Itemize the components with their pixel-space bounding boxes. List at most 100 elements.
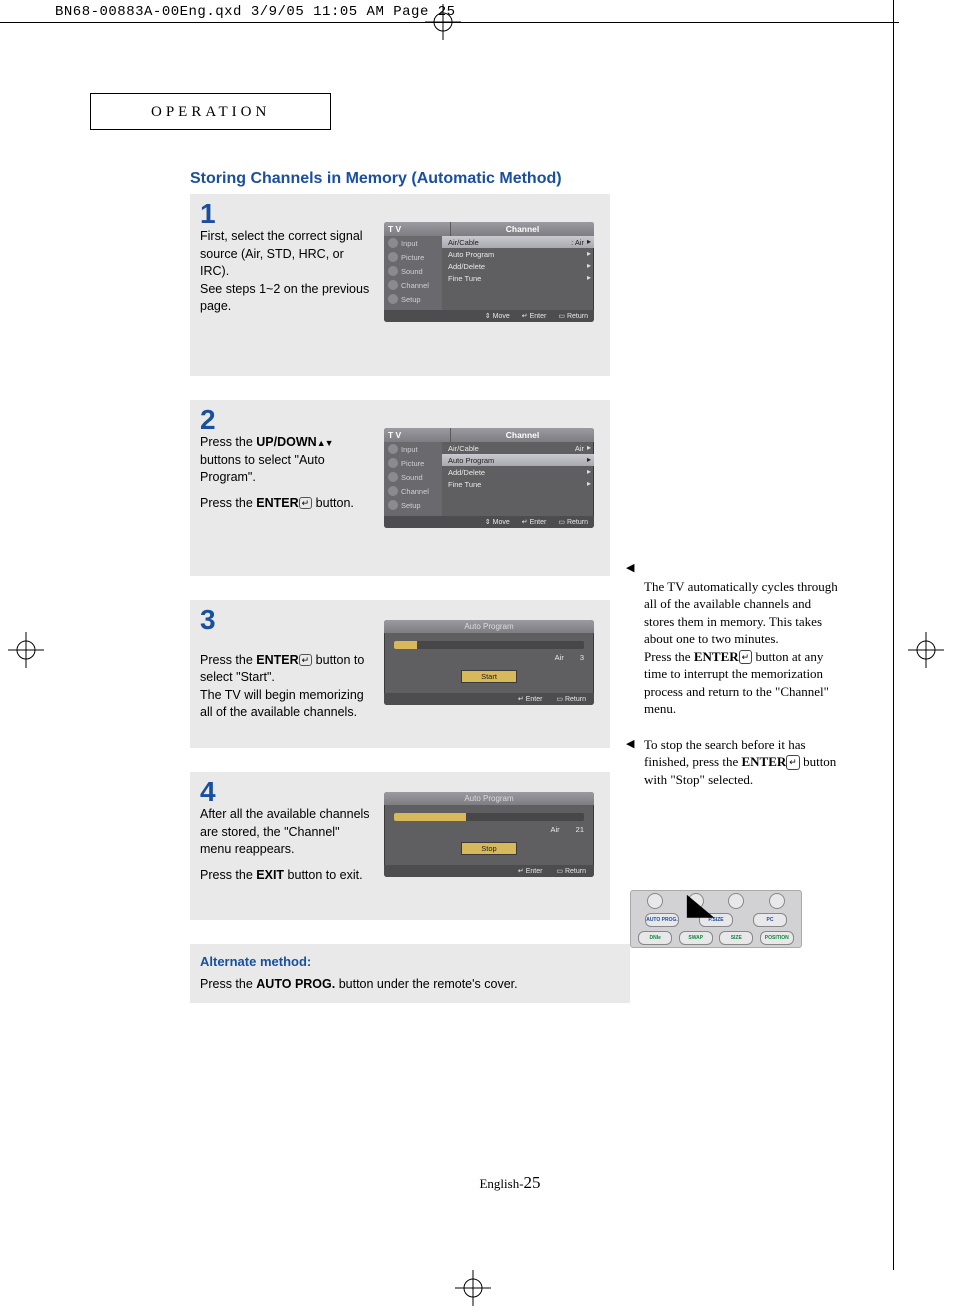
footer-move: ⇕ Move — [485, 518, 510, 526]
move-icon: ⇕ — [485, 518, 491, 526]
section-tab-label: OPERATION — [151, 104, 270, 120]
osd-prog-footer: ↵ Enter ▭ Return — [384, 865, 594, 877]
nav-icon — [388, 486, 398, 496]
osd-prog-body: Air21 Stop — [384, 805, 594, 865]
osd-prog-footer: ↵ Enter ▭ Return — [384, 693, 594, 705]
step-4-text: After all the available channels are sto… — [190, 806, 380, 890]
caret-right-icon: ▸ — [587, 455, 591, 464]
step-3-osd-prog: Auto Program Air3 Start ↵ Enter ▭ Return — [384, 620, 594, 705]
enter-icon: ↵ — [299, 497, 313, 509]
osd-nav-item: Setup — [384, 292, 442, 306]
caret-right-icon: ▸ — [587, 273, 591, 282]
remote-row — [631, 891, 801, 911]
osd-row: Fine Tune▸ — [442, 272, 594, 284]
start-button: Start — [461, 670, 517, 683]
step-2-box: 2 Press the UP/DOWN▲▼ buttons to select … — [190, 400, 610, 576]
osd-prog-title: Auto Program — [384, 620, 594, 633]
caret-right-icon: ▸ — [587, 249, 591, 258]
osd-nav-item: Channel — [384, 278, 442, 292]
page-title: Storing Channels in Memory (Automatic Me… — [190, 170, 830, 188]
page-footer-num: 25 — [524, 1173, 541, 1192]
osd-row: Add/Delete▸ — [442, 466, 594, 478]
osd-row: Auto Program▸ — [442, 248, 594, 260]
page-body: OPERATION Storing Channels in Memory (Au… — [0, 23, 954, 1233]
footer-return: ▭ Return — [556, 695, 586, 703]
nav-icon — [388, 266, 398, 276]
remote-button: SWAP — [679, 931, 713, 945]
remote-button: SIZE — [719, 931, 753, 945]
side-notes: The TV automatically cycles through all … — [630, 560, 840, 807]
osd-menu-title: Channel — [451, 428, 594, 442]
nav-icon — [388, 280, 398, 290]
osd-prog-title: Auto Program — [384, 792, 594, 805]
caret-right-icon: ▸ — [587, 443, 591, 452]
osd-list: Air/Cable: Air▸ Auto Program▸ Add/Delete… — [442, 236, 594, 310]
progress-bar-fill — [394, 641, 417, 649]
step-1-text: First, select the correct signal source … — [190, 228, 380, 322]
nav-icon — [388, 472, 398, 482]
progress-bar — [394, 641, 584, 649]
osd-nav-item: Input — [384, 442, 442, 456]
remote-button — [647, 893, 663, 909]
osd-nav-item: Sound — [384, 470, 442, 484]
progress-bar-fill — [394, 813, 466, 821]
nav-icon — [388, 444, 398, 454]
osd-prog-body: Air3 Start — [384, 633, 594, 693]
footer-move: ⇕ Move — [485, 312, 510, 320]
osd-header: T V Channel — [384, 222, 594, 236]
osd-body: Input Picture Sound Channel Setup Air/Ca… — [384, 442, 594, 516]
osd-nav-item: Setup — [384, 498, 442, 512]
caret-right-icon: ▸ — [587, 467, 591, 476]
nav-icon — [388, 294, 398, 304]
remote-row: DNIe SWAP SIZE POSITION — [631, 929, 801, 947]
enter-icon: ↵ — [739, 650, 753, 664]
page-footer: English-25 — [190, 1173, 830, 1193]
osd-nav-item: Picture — [384, 456, 442, 470]
osd-nav: Input Picture Sound Channel Setup — [384, 442, 442, 516]
caret-right-icon: ▸ — [587, 261, 591, 270]
remote-row: AUTO PROG. P.SIZE PC — [631, 911, 801, 929]
footer-enter: ↵ Enter — [522, 518, 547, 526]
prog-readout: Air21 — [394, 825, 584, 834]
step-3-box: 3 Press the ENTER↵ button to select "Sta… — [190, 600, 610, 748]
page-title-text: Storing Channels in Memory (Automatic Me… — [190, 170, 562, 187]
alternate-heading: Alternate method: — [200, 954, 620, 969]
section-tab: OPERATION — [90, 93, 331, 130]
content-col: Storing Channels in Memory (Automatic Me… — [190, 170, 830, 1193]
stop-button: Stop — [461, 842, 517, 855]
section-tab-wrap: OPERATION — [90, 93, 884, 170]
remote-button: POSITION — [760, 931, 794, 945]
nav-icon — [388, 238, 398, 248]
osd-nav-item: Picture — [384, 250, 442, 264]
footer-return: ▭ Return — [556, 867, 586, 875]
alternate-method-box: Alternate method: Press the AUTO PROG. b… — [190, 944, 630, 1003]
updown-icon: ▲▼ — [317, 438, 333, 448]
osd-nav-item: Channel — [384, 484, 442, 498]
osd-list: Air/CableAir▸ Auto Program▸ Add/Delete▸ … — [442, 442, 594, 516]
remote-button-autoprog: AUTO PROG. — [645, 913, 679, 927]
enter-icon: ↵ — [522, 312, 528, 320]
osd-row: Air/Cable: Air▸ — [442, 236, 594, 248]
footer-return: ▭ Return — [558, 312, 588, 320]
return-icon: ▭ — [558, 312, 565, 320]
caret-right-icon: ▸ — [587, 479, 591, 488]
note-1: The TV automatically cycles through all … — [630, 560, 840, 718]
osd-header: T V Channel — [384, 428, 594, 442]
qxd-header-text: BN68-00883A-00Eng.qxd 3/9/05 11:05 AM Pa… — [55, 4, 456, 20]
step-3-text: Press the ENTER↵ button to select "Start… — [190, 634, 380, 728]
qxd-header: BN68-00883A-00Eng.qxd 3/9/05 11:05 AM Pa… — [0, 0, 954, 22]
footer-enter: ↵ Enter — [522, 312, 547, 320]
pointer-arrow-icon: ◣ — [687, 890, 715, 922]
enter-icon: ↵ — [522, 518, 528, 526]
note-2: To stop the search before it has finishe… — [630, 736, 840, 789]
remote-button — [769, 893, 785, 909]
osd-nav-item: Sound — [384, 264, 442, 278]
nav-icon — [388, 252, 398, 262]
remote-illustration: ◣ AUTO PROG. P.SIZE PC DNIe SWAP SIZE PO… — [630, 890, 802, 948]
nav-icon — [388, 500, 398, 510]
osd-footer: ⇕ Move ↵ Enter ▭ Return — [384, 516, 594, 528]
registration-mark-bottom — [455, 1270, 491, 1311]
nav-icon — [388, 458, 398, 468]
osd-menu-title: Channel — [451, 222, 594, 236]
osd-footer: ⇕ Move ↵ Enter ▭ Return — [384, 310, 594, 322]
